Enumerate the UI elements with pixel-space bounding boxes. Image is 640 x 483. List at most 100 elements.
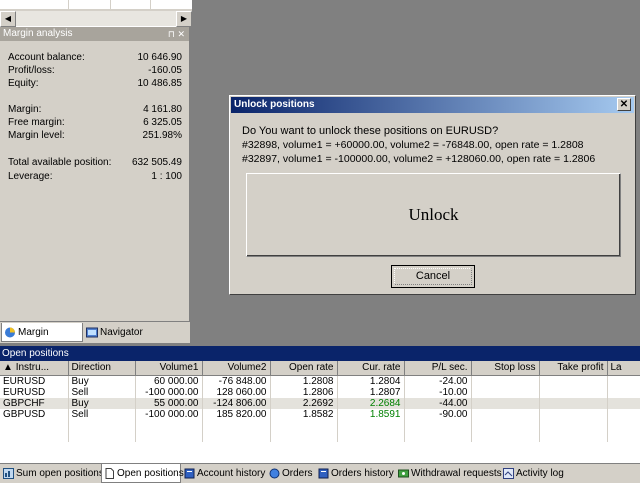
col-header-volume1[interactable]: Volume1 [135,361,203,376]
tab-open-positions[interactable]: Open positions [101,464,184,483]
col-header-pl[interactable]: P/L sec. [404,361,472,376]
cell-direction: Sell [68,408,136,420]
tab-orders-history-label: Orders history [331,468,394,479]
col-header-volume2[interactable]: Volume2 [202,361,271,376]
orders-icon [269,468,280,479]
stat-account-balance: Account balance: 10 646.90 [8,52,182,63]
cancel-button[interactable]: Cancel [391,265,475,288]
col-header-take-profit[interactable]: Take profit [539,361,608,376]
col-header-cur-rate[interactable]: Cur. rate [337,361,405,376]
withdrawal-icon [398,469,409,478]
cell-pl: -24.00 [404,375,472,387]
tab-account-history-label: Account history [197,468,266,479]
cell-open-rate: 1.8582 [270,408,338,420]
tab-navigator-label: Navigator [100,327,143,338]
upper-table-cells [0,0,192,10]
bottom-tab-bar: Sum open positions Open positions Accoun… [0,463,640,483]
cell-stop-loss [471,386,540,398]
horizontal-scrollbar[interactable]: ◀ ▶ [0,10,192,27]
tab-open-positions-label: Open positions [117,468,184,479]
stat-margin-level: Margin level: 251.98% [8,130,182,141]
tab-activity-log-label: Activity log [516,468,564,479]
panel-tabs: Margin analysis Navigator [0,321,190,357]
unlock-positions-dialog: Unlock positions ✕ Do You want to unlock… [229,95,636,295]
log-icon [503,468,514,479]
cell-volume1: -100 000.00 [135,408,203,420]
dialog-title-bar: Unlock positions ✕ [231,97,634,113]
close-icon[interactable]: ✕ [177,29,185,39]
cell-pl: -44.00 [404,397,472,409]
col-header-open-rate[interactable]: Open rate [270,361,338,376]
stat-margin: Margin: 4 161.80 [8,104,182,115]
margin-analysis-panel: Margin analysis ⊓ ✕ Account balance: 10 6… [0,27,190,357]
tab-orders-history[interactable]: Orders history [316,464,395,483]
tab-margin-analysis[interactable]: Margin analysis [1,323,83,357]
scroll-left-icon[interactable]: ◀ [0,11,16,27]
cell-volume2: -124 806.00 [202,397,271,409]
book-icon [184,468,195,479]
cell-cur-rate: 1.8591 [337,408,405,420]
book-icon [318,468,329,479]
table-header-row: ▲ Instru... Direction Volume1 Volume2 Op… [0,361,640,376]
table-row[interactable]: GBPCHF Buy 55 000.00 -124 806.00 2.2692 … [0,397,640,409]
cell-pl: -90.00 [404,408,472,420]
upper-table-remnant: ◀ ▶ [0,0,192,27]
cell-cur-rate: 2.2684 [337,397,405,409]
cell-volume1: 60 000.00 [135,375,203,387]
cell-volume2: 185 820.00 [202,408,271,420]
cell-take-profit [539,386,608,398]
cell-instrument: EURUSD [0,375,69,387]
cell-take-profit [539,375,608,387]
position-detail-2: #32897, volume1 = -100000.00, volume2 = … [242,153,596,165]
margin-analysis-icon [5,327,15,338]
col-header-stop-loss[interactable]: Stop loss [471,361,540,376]
cell-take-profit [539,408,608,420]
cell-pl: -10.00 [404,386,472,398]
cell-open-rate: 1.2806 [270,386,338,398]
cell-open-rate: 2.2692 [270,397,338,409]
cell-last [607,386,640,398]
col-header-instrument[interactable]: ▲ Instru... [0,361,69,376]
cell-last [607,408,640,420]
cancel-button-label: Cancel [415,270,451,282]
tab-withdrawal-requests-label: Withdrawal requests [411,468,502,479]
cell-volume2: 128 060.00 [202,386,271,398]
table-row[interactable]: EURUSD Buy 60 000.00 -76 848.00 1.2808 1… [0,375,640,387]
cell-volume1: -100 000.00 [135,386,203,398]
tab-withdrawal-requests[interactable]: Withdrawal requests [396,464,502,483]
scroll-right-icon[interactable]: ▶ [176,11,192,27]
tab-navigator[interactable]: Navigator [84,323,154,342]
dialog-title: Unlock positions [234,99,315,110]
pin-icon[interactable]: ⊓ [168,29,175,39]
sum-icon [3,468,14,479]
stat-profit-loss: Profit/loss: -160.05 [8,65,182,76]
cell-instrument: GBPCHF [0,397,69,409]
cell-cur-rate: 1.2807 [337,386,405,398]
cell-last [607,397,640,409]
positions-table: ▲ Instru... Direction Volume1 Volume2 Op… [0,361,640,442]
tab-account-history[interactable]: Account history [182,464,266,483]
unlock-button[interactable]: Unlock [246,173,621,257]
table-row-empty [0,430,640,442]
navigator-icon [86,327,98,338]
position-detail-1: #32898, volume1 = +60000.00, volume2 = -… [242,139,584,151]
tab-activity-log[interactable]: Activity log [501,464,567,483]
cell-direction: Buy [68,375,136,387]
cell-open-rate: 1.2808 [270,375,338,387]
cell-direction: Sell [68,386,136,398]
cell-instrument: GBPUSD [0,408,69,420]
stat-total-available: Total available position: 632 505.49 [8,157,182,168]
tab-sum-open-positions[interactable]: Sum open positions [1,464,104,483]
table-row[interactable]: EURUSD Sell -100 000.00 128 060.00 1.280… [0,386,640,398]
tab-orders[interactable]: Orders [267,464,315,483]
stat-equity: Equity: 10 486.85 [8,78,182,89]
col-header-direction[interactable]: Direction [68,361,136,376]
table-row[interactable]: GBPUSD Sell -100 000.00 185 820.00 1.858… [0,408,640,420]
dialog-close-icon[interactable]: ✕ [617,98,631,111]
tab-sum-open-positions-label: Sum open positions [16,468,104,479]
dialog-question: Do You want to unlock these positions on… [242,125,499,137]
cell-take-profit [539,397,608,409]
cell-instrument: EURUSD [0,386,69,398]
cell-volume2: -76 848.00 [202,375,271,387]
col-header-last[interactable]: La [607,361,640,376]
